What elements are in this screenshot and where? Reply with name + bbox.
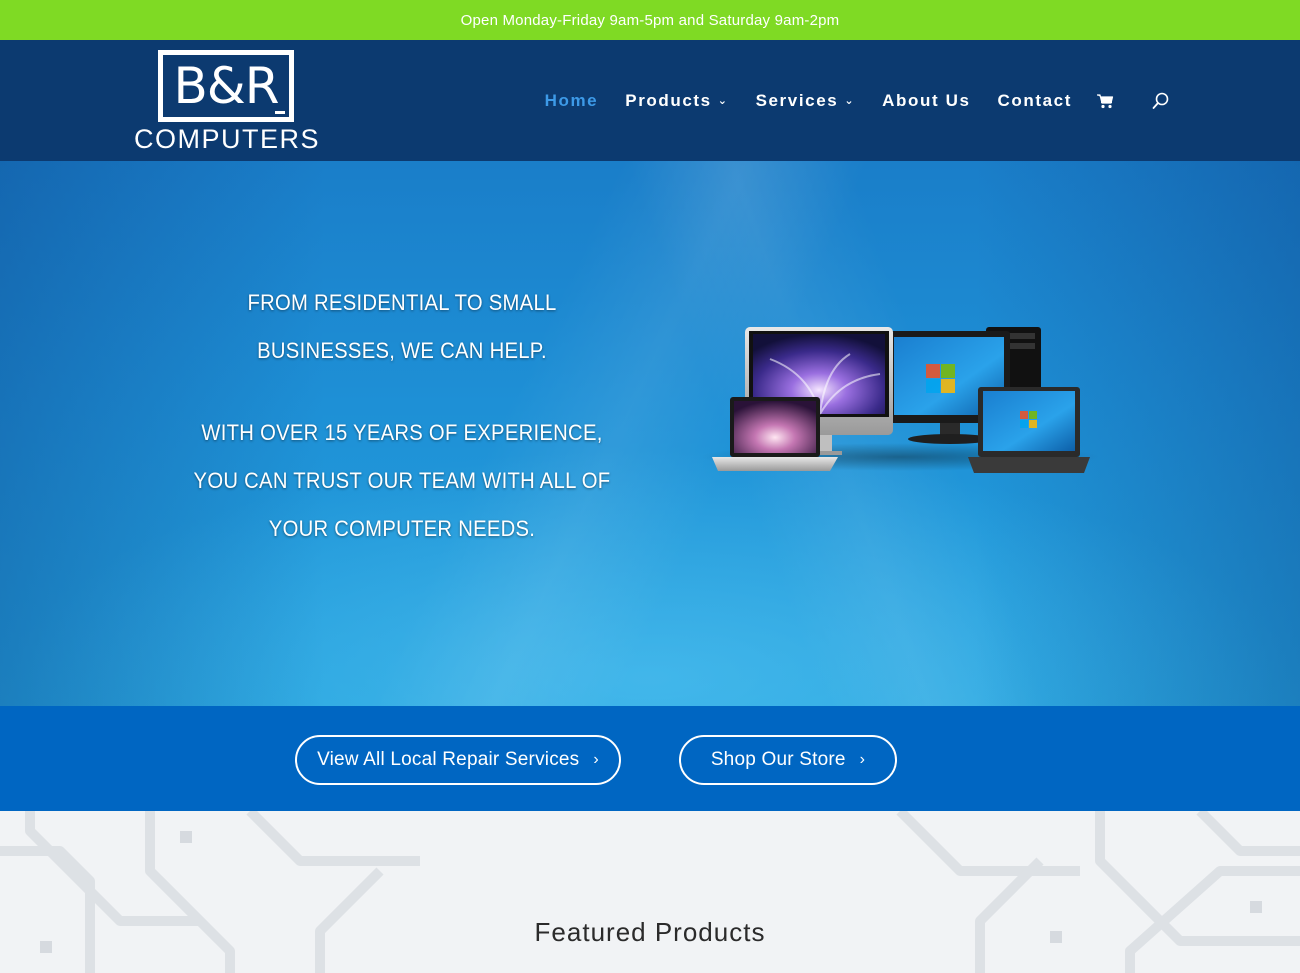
view-repair-services-button[interactable]: View All Local Repair Services › — [295, 735, 621, 785]
logo-main-text: B&R — [173, 57, 279, 115]
view-repair-services-label: View All Local Repair Services — [317, 749, 580, 770]
featured-products-heading: Featured Products — [534, 917, 766, 947]
hero-text: FROM RESIDENTIAL TO SMALL BUSINESSES, WE… — [189, 279, 616, 553]
logo-monitor-button — [275, 111, 285, 114]
site-header: B&R COMPUTERS Home Products ⌄ Services ⌄… — [0, 40, 1300, 161]
nav-products-label: Products — [625, 90, 712, 110]
nav-about-label: About Us — [882, 90, 971, 110]
chevron-right-icon: › — [593, 751, 599, 768]
chevron-down-icon: ⌄ — [717, 95, 729, 107]
hero-banner: FROM RESIDENTIAL TO SMALL BUSINESSES, WE… — [0, 161, 1300, 706]
hours-bar: Open Monday-Friday 9am-5pm and Saturday … — [0, 0, 1300, 40]
nav-contact-label: Contact — [997, 90, 1072, 110]
nav-about[interactable]: About Us — [882, 91, 970, 111]
circuit-pattern-background — [0, 811, 1300, 973]
chevron-right-icon: › — [859, 751, 866, 768]
shop-store-label: Shop Our Store — [710, 749, 846, 770]
shop-store-button[interactable]: Shop Our Store › — [679, 735, 897, 785]
search-icon[interactable] — [1152, 92, 1170, 110]
site-logo[interactable]: B&R COMPUTERS — [132, 48, 322, 156]
nav-services-label: Services — [755, 90, 839, 110]
nav-services[interactable]: Services ⌄ — [756, 91, 856, 111]
nav-products[interactable]: Products ⌄ — [625, 91, 728, 111]
chevron-down-icon: ⌄ — [844, 95, 856, 107]
hero-line-2: WITH OVER 15 YEARS OF EXPERIENCE, YOU CA… — [193, 420, 611, 541]
logo-subtitle: COMPUTERS — [133, 124, 320, 154]
hero-line-1: FROM RESIDENTIAL TO SMALL BUSINESSES, WE… — [247, 290, 557, 363]
hours-text: Open Monday-Friday 9am-5pm and Saturday … — [460, 11, 840, 29]
main-nav: Home Products ⌄ Services ⌄ About Us Cont… — [518, 40, 1170, 161]
featured-products-section: Featured Products — [0, 811, 1300, 973]
logo-frame: B&R — [158, 50, 294, 122]
nav-home[interactable]: Home — [545, 91, 599, 111]
devices-image — [700, 327, 1100, 473]
cta-band: View All Local Repair Services › Shop Ou… — [0, 706, 1300, 811]
nav-home-label: Home — [544, 90, 599, 110]
cart-icon[interactable] — [1096, 92, 1114, 110]
nav-contact[interactable]: Contact — [998, 91, 1072, 111]
